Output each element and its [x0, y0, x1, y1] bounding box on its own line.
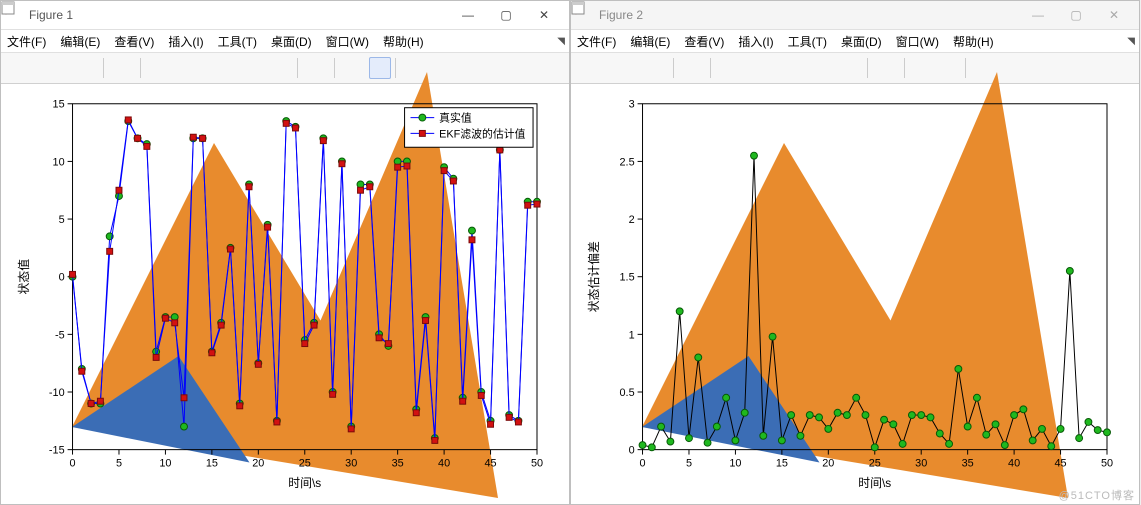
figure-window-1: Figure 1 — ▢ ✕ 文件(F) 编辑(E) 查看(V) 插入(I) 工…	[0, 0, 570, 505]
svg-text:0: 0	[70, 457, 76, 469]
svg-text:真实值: 真实值	[439, 111, 472, 125]
titlebar[interactable]: Figure 1 — ▢ ✕	[1, 1, 569, 30]
svg-text:40: 40	[438, 457, 450, 469]
svg-text:15: 15	[53, 99, 65, 111]
svg-text:-15: -15	[49, 445, 65, 457]
svg-text:0: 0	[629, 445, 635, 457]
svg-text:5: 5	[686, 457, 692, 469]
figure-window-2: Figure 2 — ▢ ✕ 文件(F) 编辑(E) 查看(V) 插入(I) 工…	[570, 0, 1140, 505]
svg-text:30: 30	[345, 457, 357, 469]
svg-text:时间\s: 时间\s	[288, 476, 321, 490]
svg-text:0: 0	[640, 457, 646, 469]
svg-text:40: 40	[1008, 457, 1020, 469]
titlebar[interactable]: Figure 2 — ▢ ✕	[571, 1, 1139, 30]
svg-text:20: 20	[252, 457, 264, 469]
svg-text:2: 2	[629, 214, 635, 226]
axes-2[interactable]: 0 5 10 15 20 25 30 35 40 45 50 0 0.5 1 1.5 2 2.5 3 时间\s 状态估…	[571, 84, 1139, 504]
svg-text:45: 45	[485, 457, 497, 469]
svg-text:10: 10	[53, 156, 65, 168]
svg-text:50: 50	[531, 457, 543, 469]
svg-text:时间\s: 时间\s	[858, 476, 891, 490]
svg-text:30: 30	[915, 457, 927, 469]
svg-text:25: 25	[299, 457, 311, 469]
svg-text:25: 25	[869, 457, 881, 469]
svg-text:状态值: 状态值	[17, 259, 31, 295]
watermark: @51CTO博客	[1059, 487, 1135, 503]
axes-1[interactable]: 0 5 10 15 20 25 30 35 40 45 50 -15 -10 -5 0 5 10 15 时间\s 状态…	[1, 84, 569, 504]
svg-text:1.5: 1.5	[620, 272, 635, 284]
svg-text:3: 3	[629, 99, 635, 111]
svg-text:2.5: 2.5	[620, 156, 635, 168]
svg-text:35: 35	[962, 457, 974, 469]
svg-text:5: 5	[59, 214, 65, 226]
svg-text:-10: -10	[49, 387, 65, 399]
svg-text:15: 15	[776, 457, 788, 469]
svg-text:50: 50	[1101, 457, 1113, 469]
svg-text:1: 1	[629, 329, 635, 341]
svg-text:35: 35	[392, 457, 404, 469]
svg-text:20: 20	[822, 457, 834, 469]
svg-text:10: 10	[159, 457, 171, 469]
svg-text:45: 45	[1055, 457, 1067, 469]
svg-text:5: 5	[116, 457, 122, 469]
svg-text:15: 15	[206, 457, 218, 469]
svg-text:状态估计偏差: 状态估计偏差	[587, 241, 601, 312]
svg-text:10: 10	[729, 457, 741, 469]
svg-text:EKF滤波的估计值: EKF滤波的估计值	[439, 126, 525, 140]
svg-text:0: 0	[59, 272, 65, 284]
svg-text:-5: -5	[55, 329, 65, 341]
svg-text:0.5: 0.5	[620, 387, 635, 399]
